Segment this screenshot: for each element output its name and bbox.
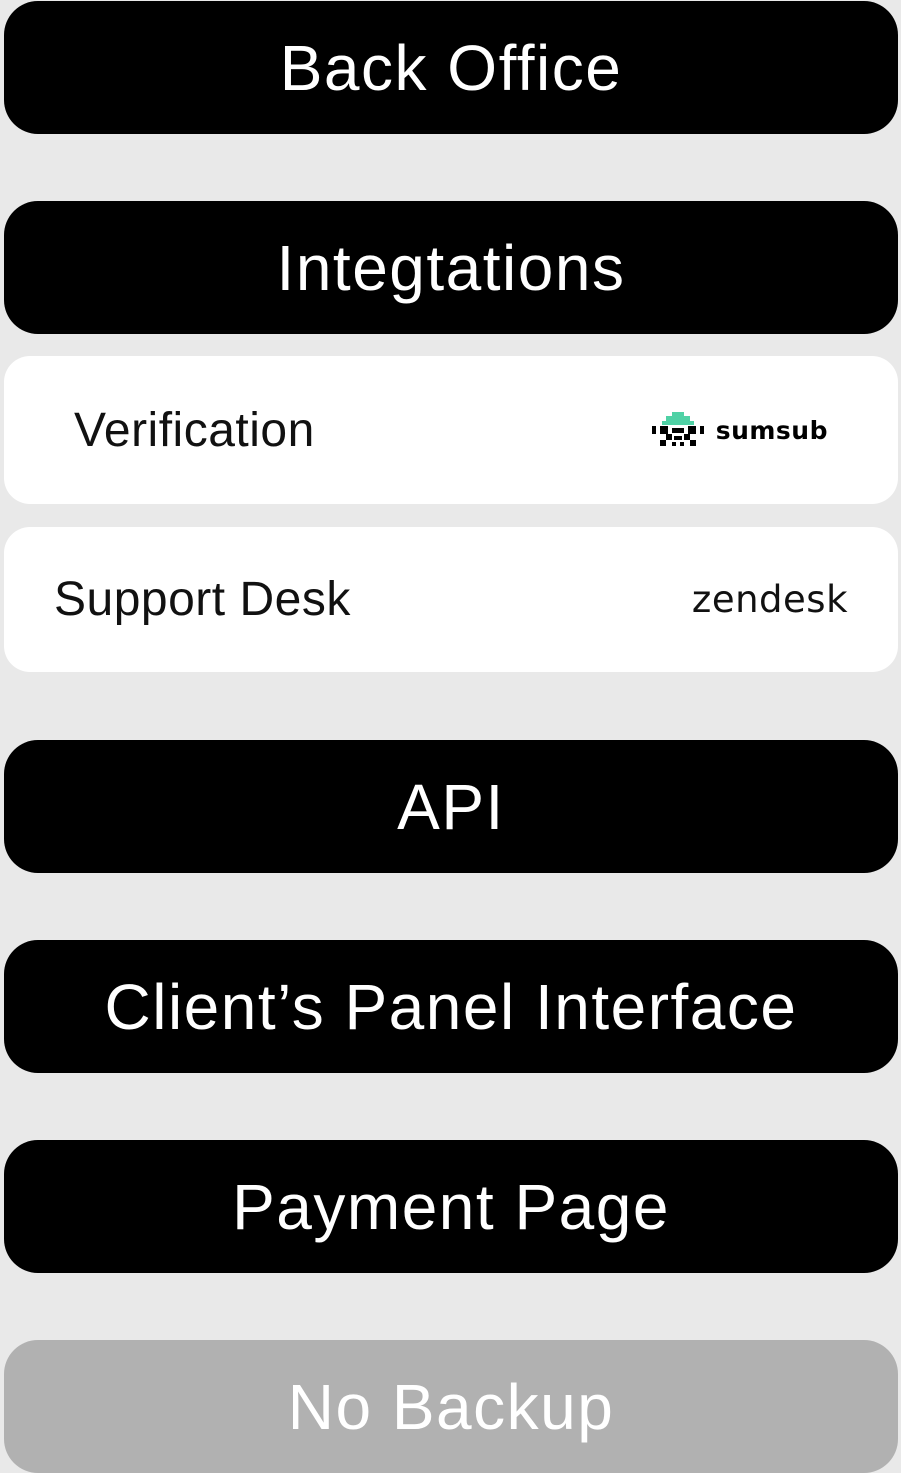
verification-card[interactable]: Verification sumsub xyxy=(4,356,898,504)
api-section[interactable]: API xyxy=(4,740,898,873)
clients-panel-label: Client’s Panel Interface xyxy=(104,970,798,1043)
support-desk-card[interactable]: Support Desk zendesk xyxy=(4,527,898,672)
integrations-label: Integtations xyxy=(276,231,626,304)
sumsub-logo-icon xyxy=(651,412,704,446)
api-label: API xyxy=(397,770,505,843)
payment-page-section[interactable]: Payment Page xyxy=(4,1140,898,1273)
integrations-section[interactable]: Integtations xyxy=(4,201,898,334)
verification-label: Verification xyxy=(74,403,315,457)
support-desk-label: Support Desk xyxy=(54,573,351,626)
clients-panel-section[interactable]: Client’s Panel Interface xyxy=(4,940,898,1073)
sumsub-wordmark: sumsub xyxy=(715,415,828,445)
payment-page-label: Payment Page xyxy=(232,1170,670,1243)
back-office-label: Back Office xyxy=(279,31,623,104)
back-office-section[interactable]: Back Office xyxy=(4,1,898,134)
no-backup-section: No Backup xyxy=(4,1340,898,1473)
sumsub-logo: sumsub xyxy=(651,410,828,450)
zendesk-wordmark: zendesk xyxy=(691,578,848,621)
zendesk-logo: zendesk xyxy=(692,578,848,621)
no-backup-label: No Backup xyxy=(287,1370,615,1443)
